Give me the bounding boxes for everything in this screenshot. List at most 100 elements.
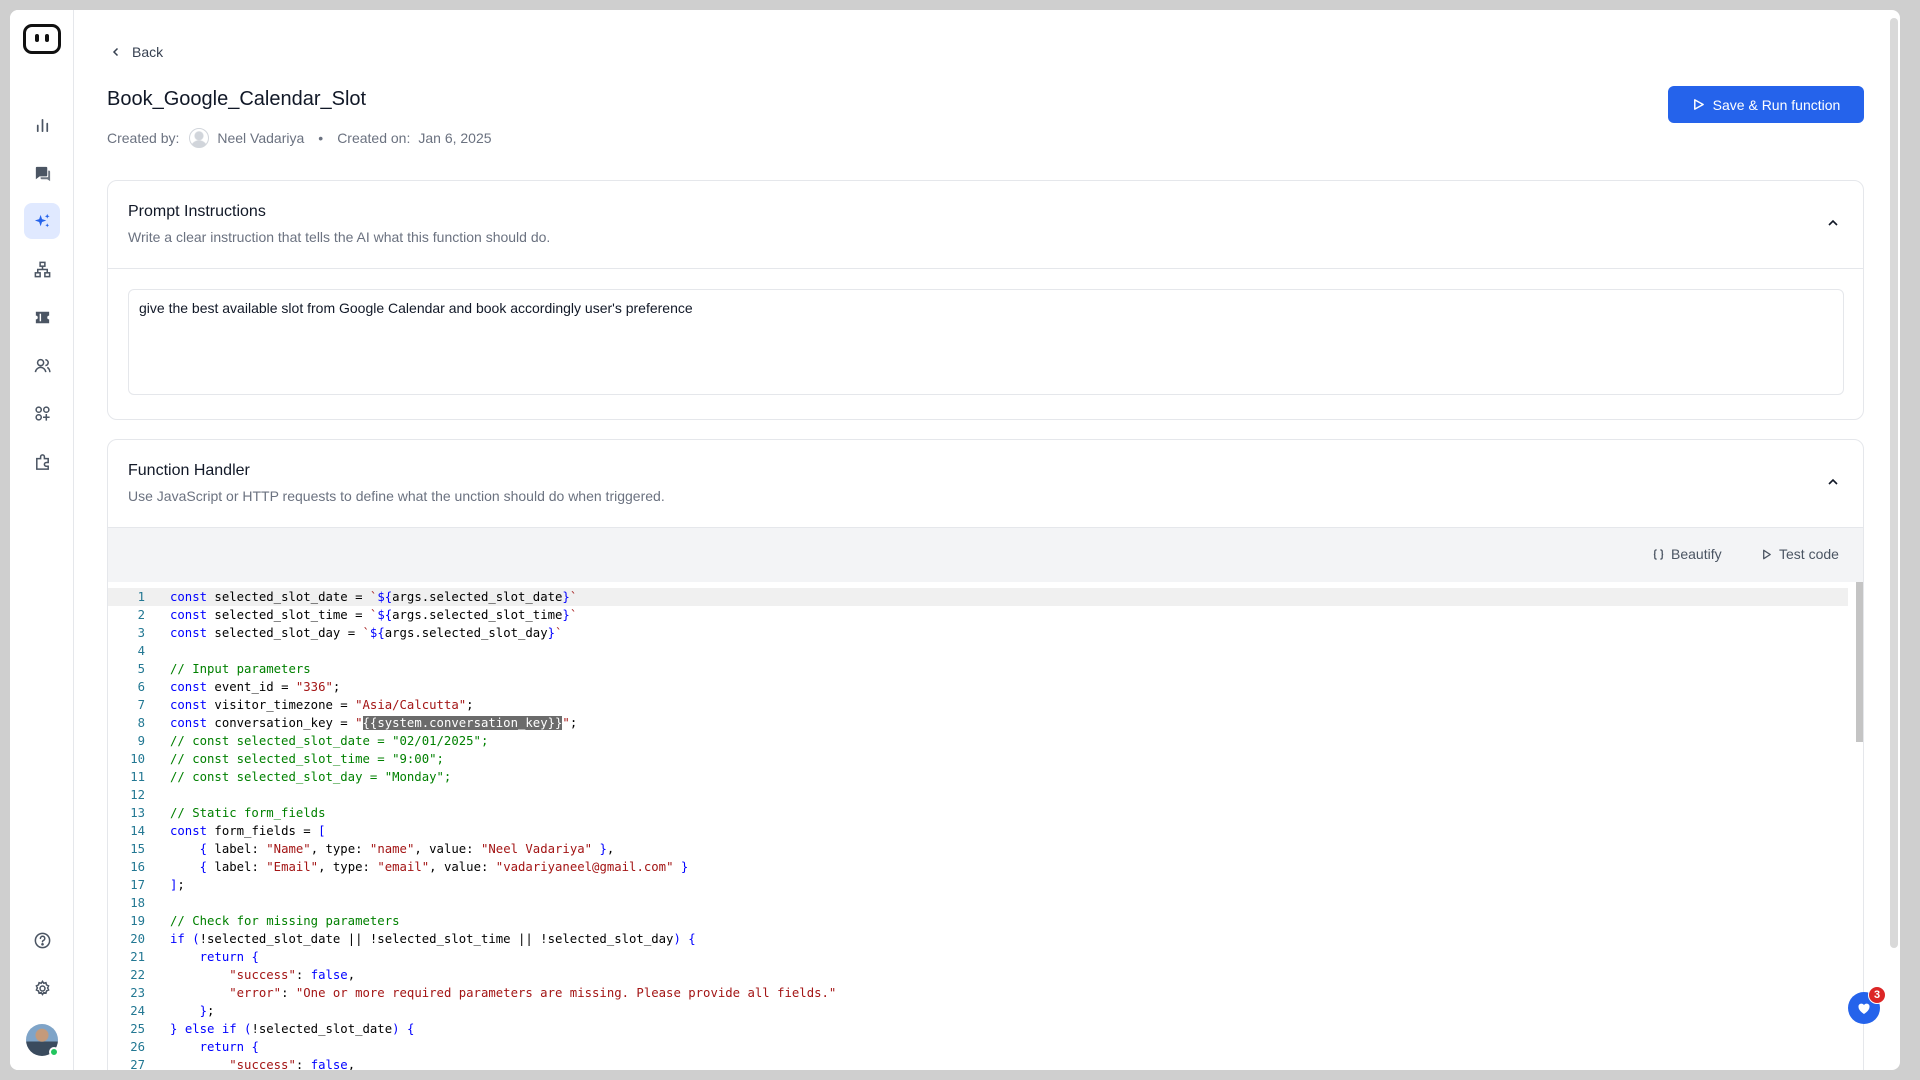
code-token: "Asia/Calcutta" — [355, 698, 467, 712]
code-line[interactable]: 8 const conversation_key = "{{system.conv… — [108, 714, 1848, 732]
code-line[interactable]: 16 { label: "Email", type: "email", valu… — [108, 858, 1848, 876]
contacts-icon[interactable] — [24, 347, 60, 383]
line-number: 19 — [130, 914, 145, 928]
code-line[interactable]: 4 — [108, 642, 1848, 660]
code-token: return — [199, 950, 245, 964]
code-text: { label: "Name", type: "name", value: "N… — [170, 840, 615, 858]
page-scrollbar[interactable] — [1890, 18, 1898, 948]
editor-scrollbar[interactable] — [1856, 582, 1863, 742]
code-token: event_id = — [207, 680, 296, 694]
code-line[interactable]: 2 const selected_slot_time = ` ${args.sele… — [108, 606, 1848, 624]
chevron-up-icon[interactable] — [1825, 474, 1841, 490]
line-number: 3 — [137, 626, 145, 640]
prompt-instructions-card: Prompt Instructions Write a clear instru… — [107, 180, 1864, 420]
plugins-icon[interactable] — [24, 443, 60, 479]
beautify-button[interactable]: Beautify — [1652, 546, 1722, 562]
code-token: [ — [318, 824, 326, 838]
code-token: { — [406, 1022, 415, 1036]
code-line[interactable]: 6 const event_id = "336"; — [108, 678, 1848, 696]
prompt-instructions-textarea[interactable]: give the best available slot from Google… — [128, 289, 1844, 395]
code-token: // Check for missing parameters — [170, 914, 400, 928]
chevron-up-icon[interactable] — [1825, 215, 1841, 231]
code-text: // Input parameters — [170, 660, 311, 678]
code-toolbar: Beautify Test code — [108, 528, 1863, 582]
line-number: 13 — [130, 806, 145, 820]
back-link[interactable]: Back — [110, 44, 163, 60]
code-token: args.selected_slot_time — [392, 608, 563, 622]
test-code-button[interactable]: Test code — [1760, 546, 1839, 562]
app-logo-icon[interactable] — [23, 24, 61, 54]
code-token: ( — [192, 932, 200, 946]
ticket-icon[interactable] — [24, 299, 60, 335]
settings-icon[interactable] — [24, 970, 60, 1006]
code-line[interactable]: 1 const selected_slot_date = ` ${args.sele… — [108, 588, 1848, 606]
app-window: Back Book_Google_Calendar_Slot Created b… — [10, 10, 1900, 1070]
handler-card-header[interactable]: Function Handler Use JavaScript or HTTP … — [108, 440, 1863, 528]
workflow-icon[interactable] — [24, 251, 60, 287]
integrations-icon[interactable] — [24, 395, 60, 431]
code-token: else if — [184, 1022, 237, 1036]
help-icon[interactable] — [24, 922, 60, 958]
code-token: const — [170, 680, 208, 694]
code-line[interactable]: 3 const selected_slot_day = `${args.selec… — [108, 624, 1848, 642]
code-token: ; — [332, 680, 341, 694]
code-token: const — [170, 608, 208, 622]
save-run-function-button[interactable]: Save & Run function — [1668, 86, 1864, 123]
sidebar — [10, 10, 74, 1070]
code-token: args.selected_slot_date — [392, 590, 563, 604]
code-token: { — [199, 860, 208, 874]
code-token: ` — [362, 626, 370, 640]
code-token: : — [295, 968, 311, 982]
code-line[interactable]: 15 { label: "Name", type: "name", value:… — [108, 840, 1848, 858]
code-text: const selected_slot_time = ` ${args.selec… — [170, 606, 577, 624]
code-line[interactable]: 17]; — [108, 876, 1848, 894]
code-line[interactable]: 11 // const selected_slot_day = "Monday"; — [108, 768, 1848, 786]
code-text: } else if (!selected_slot_date) { — [170, 1020, 414, 1038]
prompt-card-title: Prompt Instructions — [128, 203, 266, 220]
code-token: "Neel Vadariya" — [480, 842, 593, 856]
code-line[interactable]: 23 "error": "One or more required parame… — [108, 984, 1848, 1002]
code-line[interactable]: 22 "success": false, — [108, 966, 1848, 984]
code-line[interactable]: 9 // const selected_slot_date = "02/01/20… — [108, 732, 1848, 750]
code-line[interactable]: 20 if (!selected_slot_date || !selected_s… — [108, 930, 1848, 948]
code-line[interactable]: 26 return { — [108, 1038, 1848, 1056]
play-icon — [1693, 99, 1704, 110]
code-token: conversation_key = — [207, 716, 356, 730]
code-line[interactable]: 19 // Check for missing parameters — [108, 912, 1848, 930]
code-text: const event_id = "336"; — [170, 678, 340, 696]
play-icon — [1763, 549, 1771, 559]
code-line[interactable]: 5 // Input parameters — [108, 660, 1848, 678]
code-line[interactable]: 27 "success": false, — [108, 1056, 1848, 1070]
test-code-label: Test code — [1779, 546, 1839, 562]
code-line[interactable]: 25} else if (!selected_slot_date) { — [108, 1020, 1848, 1038]
code-editor[interactable]: 1 const selected_slot_date = `${args.sele… — [108, 582, 1863, 1070]
line-number: 24 — [130, 1004, 145, 1018]
code-line[interactable]: 7 const visitor_timezone = "Asia/Calcutta… — [108, 696, 1848, 714]
ai-functions-icon[interactable] — [24, 203, 60, 239]
line-number: 1 — [137, 590, 145, 604]
line-number: 9 — [137, 734, 145, 748]
code-line[interactable]: 21 return { — [108, 948, 1848, 966]
chat-icon[interactable] — [24, 155, 60, 191]
code-line[interactable]: 18 — [108, 894, 1848, 912]
code-line[interactable]: 10 // const selected_slot_time = "9:00"; — [108, 750, 1848, 768]
analytics-icon[interactable] — [24, 107, 60, 143]
code-text: const visitor_timezone = "Asia/Calcutta"… — [170, 696, 474, 714]
code-line[interactable]: 12 — [108, 786, 1848, 804]
code-line[interactable]: 24 }; — [108, 1002, 1848, 1020]
code-token: { — [199, 842, 208, 856]
prompt-card-header[interactable]: Prompt Instructions Write a clear instru… — [108, 181, 1863, 269]
user-avatar[interactable] — [26, 1024, 59, 1057]
code-text: { label: "Email", type: "email", value: … — [170, 858, 689, 876]
code-line[interactable]: 13 // Static form_fields — [108, 804, 1848, 822]
code-token: , — [347, 1058, 356, 1070]
code-token: , value: — [429, 860, 496, 874]
code-line[interactable]: 14 const form_fields = [ — [108, 822, 1848, 840]
code-token: : — [295, 1058, 311, 1070]
code-token: , type: — [310, 842, 370, 856]
code-token: selected_slot_date = — [207, 590, 370, 604]
code-token: form_fields = — [207, 824, 319, 838]
